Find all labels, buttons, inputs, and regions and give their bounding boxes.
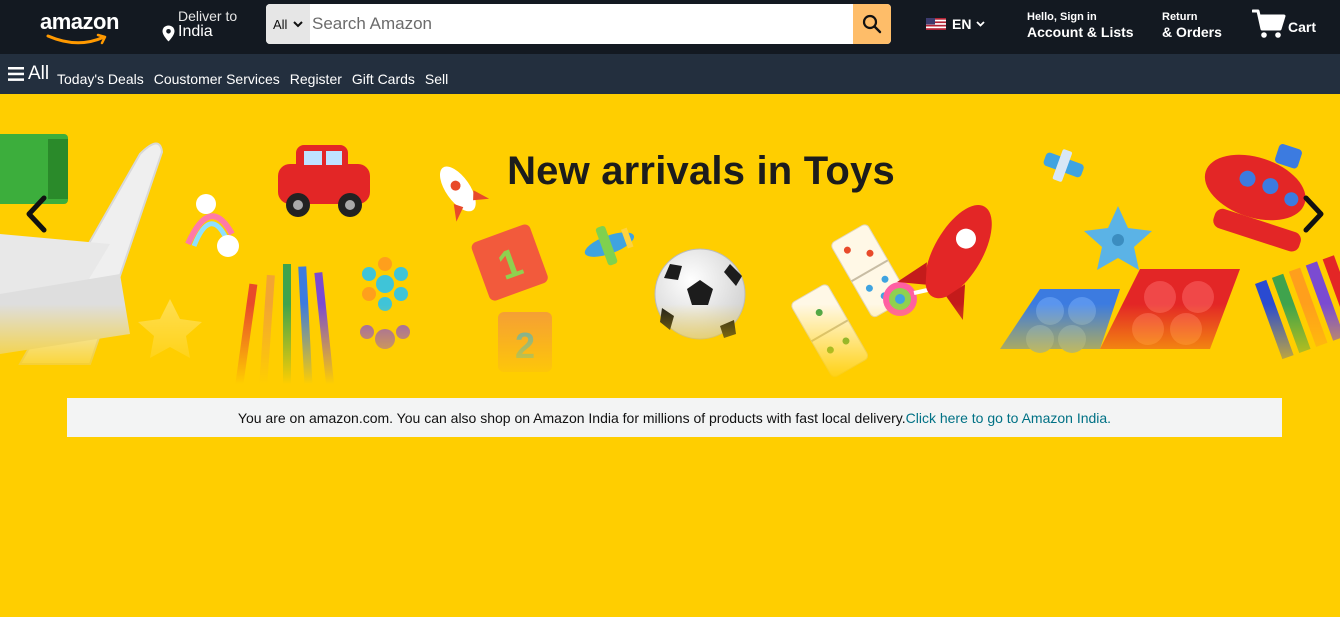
search-bar: All — [266, 4, 891, 44]
top-header: amazon Deliver to India All Search Amazo… — [0, 0, 1340, 54]
logo-smile-icon — [46, 33, 107, 45]
hamburger-icon — [8, 67, 24, 81]
amazon-logo[interactable]: amazon — [40, 9, 126, 45]
location-pin-icon — [162, 25, 175, 42]
all-menu-button[interactable]: All — [8, 63, 49, 85]
region-notice: You are on amazon.com. You can also shop… — [67, 398, 1282, 437]
nav-link-customer-services[interactable]: Coustomer Services — [154, 71, 280, 87]
deliver-label: Deliver to — [178, 8, 238, 24]
orders-label: & Orders — [1162, 24, 1222, 40]
cart-button[interactable]: Cart — [1252, 8, 1316, 40]
hero-title: New arrivals in Toys — [507, 149, 895, 193]
us-flag-icon — [926, 18, 946, 30]
chevron-right-icon — [1303, 195, 1324, 233]
chevron-left-icon — [26, 195, 47, 233]
nav-link-gift-cards[interactable]: Gift Cards — [352, 71, 415, 87]
toys-illustration: 1 2 — [0, 134, 1340, 384]
chevron-down-icon — [293, 20, 304, 27]
search-category-select[interactable]: All — [266, 4, 310, 44]
go-to-amazon-india-link[interactable]: Click here to go to Amazon India. — [906, 410, 1111, 426]
returns-and-orders[interactable]: Return & Orders — [1162, 11, 1222, 41]
carousel-prev-button[interactable] — [18, 192, 54, 236]
search-category-label: All — [273, 16, 288, 32]
returns-label: Return — [1162, 11, 1198, 23]
search-input[interactable] — [310, 4, 853, 44]
region-notice-text: You are on amazon.com. You can also shop… — [237, 409, 906, 426]
account-label: Account & Lists — [1027, 24, 1134, 40]
language-code: EN — [952, 16, 972, 32]
account-and-lists[interactable]: Hello, Sign in Account & Lists — [1027, 11, 1134, 41]
nav-links: Today's Deals Coustomer Services Registe… — [57, 71, 448, 87]
cart-icon — [1252, 9, 1286, 38]
nav-link-register[interactable]: Register — [290, 71, 342, 87]
deliver-to[interactable]: Deliver to India — [162, 8, 252, 44]
carousel-next-button[interactable] — [1296, 192, 1332, 236]
nav-strip: All Today's Deals Coustomer Services Reg… — [0, 54, 1340, 94]
search-icon — [862, 14, 882, 34]
nav-link-todays-deals[interactable]: Today's Deals — [57, 71, 144, 87]
language-selector[interactable]: EN — [926, 14, 986, 34]
deliver-country: India — [178, 23, 213, 40]
nav-link-sell[interactable]: Sell — [425, 71, 448, 87]
hero-banner: 1 2 — [0, 94, 1340, 617]
chevron-down-icon — [976, 21, 986, 27]
all-menu-label: All — [28, 63, 50, 84]
account-greeting: Hello, Sign in — [1027, 11, 1097, 23]
search-button[interactable] — [853, 4, 891, 44]
logo-text: amazon — [40, 9, 119, 34]
cart-label: Cart — [1288, 19, 1317, 35]
